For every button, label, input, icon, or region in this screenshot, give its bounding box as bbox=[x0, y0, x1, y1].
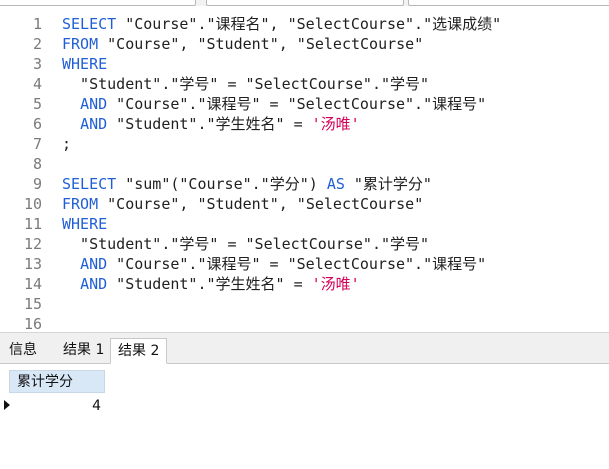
code-line[interactable]: 9 SELECT "sum"("Course"."学分") AS "累计学分" bbox=[0, 174, 609, 194]
code-text: AND "Course"."课程号" = "SelectCourse"."课程号… bbox=[62, 94, 486, 114]
line-number: 4 bbox=[32, 75, 42, 93]
line-number: 14 bbox=[23, 275, 42, 293]
line-number: 10 bbox=[23, 195, 42, 213]
result-tabbar: 信息 结果 1 结果 2 bbox=[0, 336, 609, 364]
sql-editor-window: 1 SELECT "Course"."课程名", "SelectCourse"."… bbox=[0, 0, 609, 469]
line-number: 6 bbox=[32, 115, 42, 133]
code-text: AND "Student"."学生姓名" = '汤唯' bbox=[62, 274, 360, 294]
sql-text: "Course"."课程号" = "SelectCourse"."课程号" bbox=[107, 95, 487, 113]
code-line[interactable]: 7; bbox=[0, 134, 609, 154]
code-line[interactable]: 8 bbox=[0, 154, 609, 174]
grid-cell[interactable]: 4 bbox=[9, 395, 105, 417]
sql-text: "Course", "Student", "SelectCourse" bbox=[98, 35, 424, 53]
sql-text: "Student"."学号" = "SelectCourse"."学号" bbox=[62, 235, 430, 253]
line-number: 7 bbox=[32, 135, 42, 153]
code-line[interactable]: 1 SELECT "Course"."课程名", "SelectCourse"."… bbox=[0, 14, 609, 34]
code-line[interactable]: 5 AND "Course"."课程号" = "SelectCourse"."课… bbox=[0, 94, 609, 114]
line-number: 13 bbox=[23, 255, 42, 273]
code-line[interactable]: 11 WHERE bbox=[0, 214, 609, 234]
sql-keyword: FROM bbox=[62, 195, 99, 213]
code-editor[interactable]: 1 SELECT "Course"."课程名", "SelectCourse"."… bbox=[0, 6, 609, 332]
code-line[interactable]: 4 "Student"."学号" = "SelectCourse"."学号" bbox=[0, 74, 609, 94]
code-text: "Student"."学号" = "SelectCourse"."学号" bbox=[62, 234, 429, 254]
code-text: SELECT "sum"("Course"."学分") AS "累计学分" bbox=[62, 174, 432, 194]
line-number: 16 bbox=[23, 315, 42, 332]
code-line[interactable]: 12 "Student"."学号" = "SelectCourse"."学号" bbox=[0, 234, 609, 254]
sql-text: "sum"("Course"."学分") bbox=[116, 175, 327, 193]
sql-text: "Student"."学生姓名" = bbox=[107, 275, 312, 293]
sql-keyword: SELECT bbox=[62, 15, 117, 33]
code-line[interactable]: 2 FROM "Course", "Student", "SelectCourse… bbox=[0, 34, 609, 54]
code-text: FROM "Course", "Student", "SelectCourse" bbox=[62, 194, 423, 214]
line-number: 3 bbox=[32, 55, 42, 73]
sql-keyword: AND bbox=[80, 95, 108, 113]
sql-keyword: AND bbox=[80, 115, 108, 133]
sql-keyword: FROM bbox=[62, 35, 99, 53]
code-text: SELECT "Course"."课程名", "SelectCourse"."选… bbox=[62, 14, 501, 34]
sql-text: "Course", "Student", "SelectCourse" bbox=[98, 195, 424, 213]
code-text: FROM "Course", "Student", "SelectCourse" bbox=[62, 34, 423, 54]
line-number: 8 bbox=[32, 155, 42, 173]
code-text: "Student"."学号" = "SelectCourse"."学号" bbox=[62, 74, 429, 94]
tab-info[interactable]: 信息 bbox=[2, 338, 44, 362]
column-header[interactable]: 累计学分 bbox=[9, 370, 105, 393]
line-number: 2 bbox=[32, 35, 42, 53]
sql-keyword: AS bbox=[326, 175, 345, 193]
code-line[interactable]: 10 FROM "Course", "Student", "SelectCours… bbox=[0, 194, 609, 214]
code-line[interactable]: 16 bbox=[0, 314, 609, 332]
sql-text: "累计学分" bbox=[344, 175, 432, 193]
code-line[interactable]: 15 bbox=[0, 294, 609, 314]
sql-keyword: SELECT bbox=[62, 175, 117, 193]
code-line[interactable]: 14 AND "Student"."学生姓名" = '汤唯' bbox=[0, 274, 609, 294]
code-line[interactable]: 6 AND "Student"."学生姓名" = '汤唯' bbox=[0, 114, 609, 134]
code-text: WHERE bbox=[62, 54, 107, 74]
sql-text: "Student"."学生姓名" = bbox=[107, 115, 312, 133]
line-number: 12 bbox=[23, 235, 42, 253]
sql-keyword: WHERE bbox=[62, 55, 108, 73]
sql-keyword: AND bbox=[80, 275, 108, 293]
code-text: AND "Student"."学生姓名" = '汤唯' bbox=[62, 114, 360, 134]
line-number: 1 bbox=[32, 15, 42, 33]
sql-text: "Course"."课程号" = "SelectCourse"."课程号" bbox=[107, 255, 487, 273]
line-number: 15 bbox=[23, 295, 42, 313]
code-line[interactable]: 13 AND "Course"."课程号" = "SelectCourse"."… bbox=[0, 254, 609, 274]
code-text: AND "Course"."课程号" = "SelectCourse"."课程号… bbox=[62, 254, 486, 274]
tab-result-1[interactable]: 结果 1 bbox=[56, 338, 111, 362]
sql-text: "Student"."学号" = "SelectCourse"."学号" bbox=[62, 75, 430, 93]
tab-result-2[interactable]: 结果 2 bbox=[110, 338, 168, 364]
sql-text: ; bbox=[62, 135, 72, 153]
sql-keyword: WHERE bbox=[62, 215, 108, 233]
line-number: 11 bbox=[23, 215, 42, 233]
sql-text: "Course"."课程名", "SelectCourse"."选课成绩" bbox=[116, 15, 502, 33]
line-number: 9 bbox=[32, 175, 42, 193]
sql-string: '汤唯' bbox=[311, 115, 360, 133]
sql-keyword: AND bbox=[80, 255, 108, 273]
code-text: WHERE bbox=[62, 214, 107, 234]
code-line[interactable]: 3 WHERE bbox=[0, 54, 609, 74]
code-text: ; bbox=[62, 134, 71, 154]
result-grid[interactable]: 累计学分 4 bbox=[0, 364, 609, 469]
line-number: 5 bbox=[32, 95, 42, 113]
sql-string: '汤唯' bbox=[311, 275, 360, 293]
